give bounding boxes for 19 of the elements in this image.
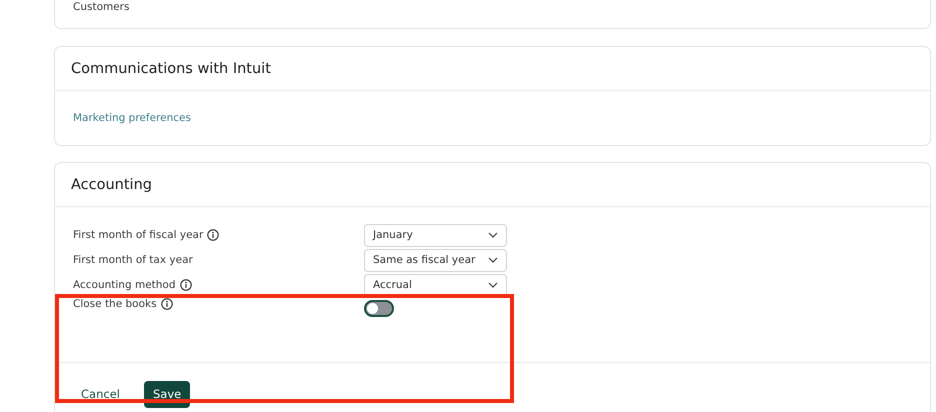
info-icon[interactable] bbox=[160, 298, 173, 310]
setting-label: Accounting method bbox=[73, 279, 176, 291]
marketing-preferences-link[interactable]: Marketing preferences bbox=[73, 112, 191, 124]
toggle-switch[interactable] bbox=[364, 300, 394, 317]
section-title: Communications with Intuit bbox=[71, 60, 271, 76]
chevron-down-icon bbox=[488, 232, 498, 238]
chevron-down-icon bbox=[488, 282, 498, 288]
setting-label: First month of tax year bbox=[73, 254, 193, 266]
dropdown-field[interactable]: Same as fiscal year bbox=[364, 248, 507, 272]
customers-label: Customers bbox=[73, 1, 130, 13]
dropdown-field[interactable]: Accrual bbox=[364, 274, 507, 296]
chevron-down-icon bbox=[488, 257, 498, 263]
dropdown-field[interactable]: January bbox=[364, 224, 507, 246]
setting-label: Close the books bbox=[73, 298, 157, 310]
cancel-button[interactable]: Cancel bbox=[79, 383, 122, 405]
setting-label: First month of fiscal year bbox=[73, 229, 204, 241]
info-icon[interactable] bbox=[180, 279, 192, 291]
info-icon[interactable] bbox=[207, 229, 220, 241]
section-title: Accounting bbox=[71, 176, 152, 192]
